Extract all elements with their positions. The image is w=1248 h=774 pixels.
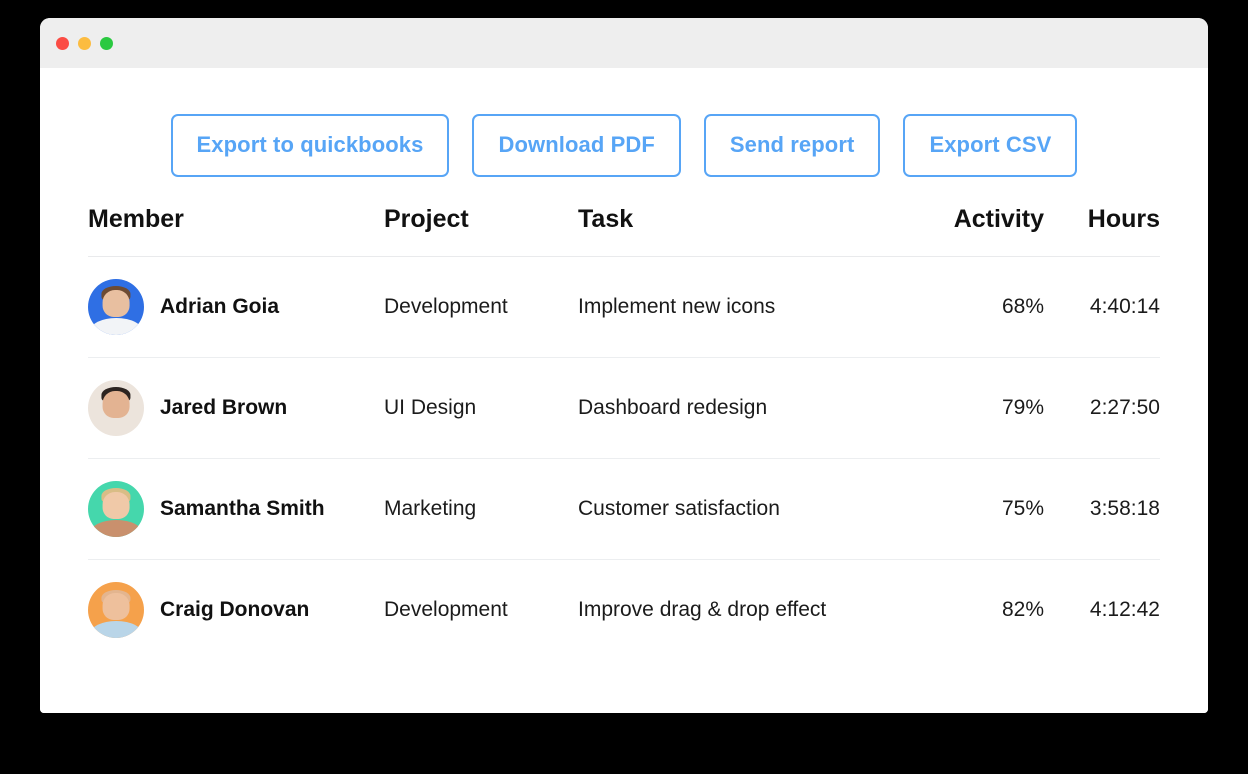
member-cell: Craig Donovan xyxy=(88,582,384,639)
cell-hours: 4:40:14 xyxy=(1044,256,1160,358)
cell-task: Improve drag & drop effect xyxy=(578,560,918,661)
avatar-face xyxy=(102,592,130,620)
member-name: Samantha Smith xyxy=(160,497,325,520)
avatar-face xyxy=(102,491,130,519)
export-csv-button[interactable]: Export CSV xyxy=(903,114,1078,177)
export-to-quickbooks-button[interactable]: Export to quickbooks xyxy=(170,114,450,177)
cell-hours-text: 4:40:14 xyxy=(1089,295,1160,318)
table-row[interactable]: Samantha Smith Marketing Customer satisfac… xyxy=(88,458,1160,560)
cell-project-text: Development xyxy=(384,598,508,622)
cell-task-text: Implement new icons xyxy=(578,295,776,318)
avatar-torso xyxy=(90,419,142,436)
action-button-bar: Export to quickbooks Download PDF Send r… xyxy=(88,68,1160,177)
cell-project-text: Marketing xyxy=(384,497,477,520)
cell-task-text: Customer satisfaction xyxy=(578,497,780,520)
cell-activity-text: 82% xyxy=(1001,598,1044,622)
member-name: Craig Donovan xyxy=(160,598,310,622)
cell-member: Jared Brown xyxy=(88,357,384,459)
table-row[interactable]: Adrian Goia Development Implement new icon… xyxy=(88,256,1160,358)
cell-task: Dashboard redesign xyxy=(578,357,918,459)
cell-task-text: Dashboard redesign xyxy=(578,396,768,419)
cell-project: Development xyxy=(384,256,578,358)
window-close-button[interactable] xyxy=(56,36,69,50)
member-cell: Adrian Goia xyxy=(88,279,384,335)
cell-project: UI Design xyxy=(384,357,578,459)
member-cell: Jared Brown xyxy=(88,380,384,436)
avatar-samantha-smith[interactable] xyxy=(88,481,144,537)
cell-activity-text: 79% xyxy=(1001,396,1044,419)
cell-hours: 2:27:50 xyxy=(1044,357,1160,459)
avatar-face xyxy=(102,390,130,418)
download-pdf-button[interactable]: Download PDF xyxy=(472,114,681,177)
column-header-member[interactable]: Member xyxy=(88,205,384,257)
table-head: Member Project Task Activity Hours xyxy=(88,205,1160,257)
column-header-hours[interactable]: Hours xyxy=(1044,205,1160,257)
avatar-face xyxy=(102,289,130,317)
member-name: Adrian Goia xyxy=(160,295,280,318)
cell-project-text: UI Design xyxy=(384,396,477,419)
cell-activity: 68% xyxy=(918,256,1044,358)
cell-hours-text: 2:27:50 xyxy=(1089,396,1160,419)
cell-task: Implement new icons xyxy=(578,256,918,358)
app-window: Export to quickbooks Download PDF Send r… xyxy=(40,18,1208,713)
cell-hours-text: 3:58:18 xyxy=(1089,497,1160,520)
cell-task-text: Improve drag & drop effect xyxy=(578,598,827,622)
cell-task: Customer satisfaction xyxy=(578,458,918,560)
table-row[interactable]: Jared Brown UI Design Dashboard redesign 79… xyxy=(88,357,1160,459)
cell-project: Marketing xyxy=(384,458,578,560)
cell-activity-text: 68% xyxy=(1001,295,1044,318)
time-report-table: Member Project Task Activity Hours Adria… xyxy=(88,205,1160,661)
member-cell: Samantha Smith xyxy=(88,481,384,537)
cell-project-text: Development xyxy=(384,295,508,318)
cell-project: Development xyxy=(384,560,578,661)
avatar-torso xyxy=(90,318,142,335)
column-header-task[interactable]: Task xyxy=(578,205,918,257)
cell-activity: 79% xyxy=(918,357,1044,459)
window-minimize-button[interactable] xyxy=(78,36,91,50)
column-header-project[interactable]: Project xyxy=(384,205,578,257)
cell-member: Craig Donovan xyxy=(88,560,384,661)
window-content: Export to quickbooks Download PDF Send r… xyxy=(40,68,1208,713)
column-header-activity[interactable]: Activity xyxy=(918,205,1044,257)
avatar-torso xyxy=(90,520,142,537)
table-row[interactable]: Craig Donovan Development Improve drag & d… xyxy=(88,560,1160,661)
cell-activity: 82% xyxy=(918,560,1044,661)
member-name: Jared Brown xyxy=(160,396,288,419)
cell-hours-text: 4:12:42 xyxy=(1089,598,1160,622)
cell-hours: 3:58:18 xyxy=(1044,458,1160,560)
avatar-craig-donovan[interactable] xyxy=(88,582,144,639)
cell-hours: 4:12:42 xyxy=(1044,560,1160,661)
send-report-button[interactable]: Send report xyxy=(703,114,881,177)
cell-member: Samantha Smith xyxy=(88,458,384,560)
table-body: Adrian Goia Development Implement new icon… xyxy=(88,256,1160,661)
avatar-torso xyxy=(90,621,142,639)
cell-activity: 75% xyxy=(918,458,1044,560)
cell-activity-text: 75% xyxy=(1001,497,1044,520)
avatar-jared-brown[interactable] xyxy=(88,380,144,436)
table-header-row: Member Project Task Activity Hours xyxy=(88,205,1160,257)
cell-member: Adrian Goia xyxy=(88,256,384,358)
window-titlebar xyxy=(40,18,1208,68)
window-maximize-button[interactable] xyxy=(100,36,113,50)
avatar-adrian-goia[interactable] xyxy=(88,279,144,335)
